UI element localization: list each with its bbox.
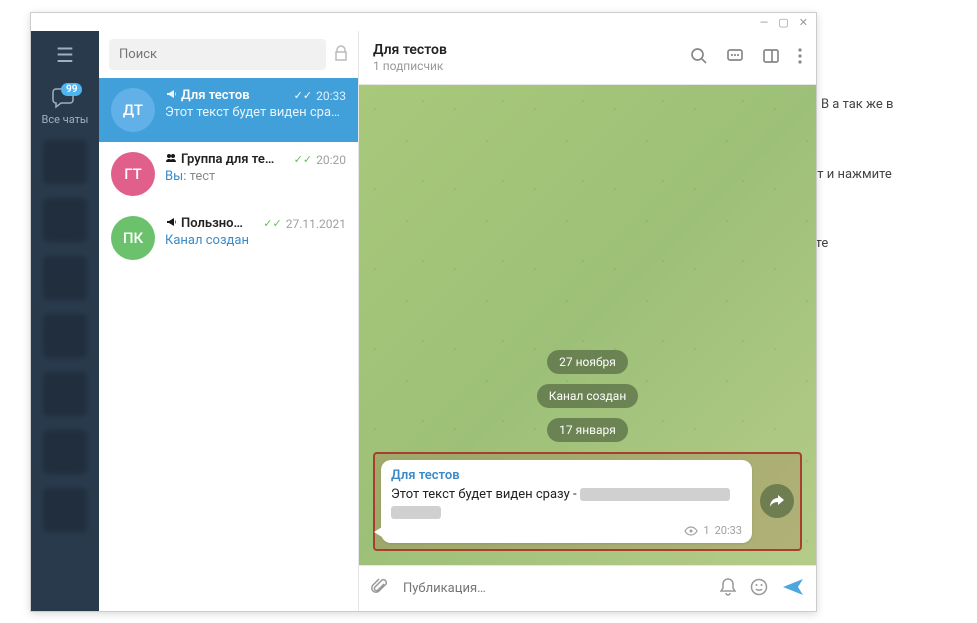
folder-item-blurred[interactable]	[43, 140, 87, 184]
unread-badge: 99	[61, 83, 82, 96]
megaphone-icon	[165, 88, 177, 103]
attach-icon[interactable]	[371, 578, 389, 600]
service-pill: Канал создан	[537, 384, 639, 408]
folder-item-blurred[interactable]	[43, 372, 87, 416]
folder-item-blurred[interactable]	[43, 430, 87, 474]
message-time: 20:33	[715, 524, 742, 537]
chat-header: Для тестов 1 подписчик	[359, 31, 816, 85]
chat-name: Для тестов	[181, 88, 290, 103]
lock-icon[interactable]	[334, 45, 348, 65]
all-chats-label: Все чаты	[42, 113, 89, 126]
avatar: ПК	[111, 216, 155, 260]
chat-preview: Вы: тест	[165, 169, 346, 184]
message-views: 1	[703, 524, 709, 537]
folder-item-blurred[interactable]	[43, 256, 87, 300]
minimize-button[interactable]: —	[760, 16, 769, 29]
close-button[interactable]: ✕	[799, 16, 808, 29]
message-composer	[359, 565, 816, 611]
forward-button[interactable]	[760, 484, 794, 518]
chat-time: 20:33	[316, 89, 346, 103]
notification-icon[interactable]	[720, 578, 736, 600]
avatar: ГТ	[111, 152, 155, 196]
chat-preview: Этот текст будет виден сраз…	[165, 105, 346, 120]
read-check-icon: ✓✓	[263, 217, 281, 230]
folder-item-blurred[interactable]	[43, 314, 87, 358]
message-text: Этот текст будет виден сразу -	[391, 486, 742, 522]
date-pill: 17 января	[547, 418, 628, 442]
message-sender[interactable]: Для тестов	[391, 468, 742, 483]
send-button[interactable]	[782, 578, 804, 600]
chat-preview: Канал создан	[165, 233, 346, 248]
folder-item-blurred[interactable]	[43, 198, 87, 242]
sidepanel-icon[interactable]	[762, 47, 780, 69]
comments-icon[interactable]	[726, 47, 744, 69]
all-chats-folder[interactable]: 99 Все чаты	[42, 87, 89, 126]
views-icon	[684, 526, 698, 536]
search-icon[interactable]	[690, 47, 708, 69]
window-titlebar: — ▢ ✕	[31, 13, 816, 31]
maximize-button[interactable]: ▢	[778, 16, 788, 29]
highlighted-message-box: Для тестов Этот текст будет виден сразу …	[373, 452, 802, 551]
chat-list-item[interactable]: ГТ Группа для те… ✓✓ 20:20 Вы: тест	[99, 142, 358, 206]
chat-subtitle: 1 подписчик	[373, 59, 690, 73]
emoji-icon[interactable]	[750, 578, 768, 600]
chat-time: 20:20	[316, 153, 346, 167]
group-icon	[165, 152, 177, 167]
megaphone-icon	[165, 216, 177, 231]
chat-title[interactable]: Для тестов	[373, 42, 690, 58]
date-pill: 27 ноября	[547, 350, 628, 374]
message-bubble[interactable]: Для тестов Этот текст будет виден сразу …	[381, 460, 752, 543]
telegram-window: — ▢ ✕ ☰ 99 Все чаты	[30, 12, 817, 612]
redacted-text	[580, 488, 730, 501]
chat-list-item[interactable]: ПК Пользно… ✓✓ 27.11.2021 Канал создан	[99, 206, 358, 270]
search-input[interactable]	[109, 39, 326, 70]
more-icon[interactable]	[798, 47, 802, 69]
folder-item-blurred[interactable]	[43, 488, 87, 532]
redacted-text	[391, 506, 441, 519]
conversation-panel: Для тестов 1 подписчик 27 ноября Канал с…	[359, 31, 816, 611]
avatar: ДТ	[111, 88, 155, 132]
chat-name: Пользно…	[181, 216, 259, 231]
chat-time: 27.11.2021	[286, 217, 346, 231]
read-check-icon: ✓✓	[294, 153, 312, 166]
chat-list-panel: ДТ Для тестов ✓✓ 20:33 Этот текст будет виде…	[99, 31, 359, 611]
folder-sidebar: ☰ 99 Все чаты	[31, 31, 99, 611]
chat-list-item[interactable]: ДТ Для тестов ✓✓ 20:33 Этот текст будет виде…	[99, 78, 358, 142]
composer-input[interactable]	[403, 581, 706, 596]
read-check-icon: ✓✓	[294, 89, 312, 102]
message-area[interactable]: 27 ноября Канал создан 17 января Для тес…	[359, 85, 816, 565]
menu-icon[interactable]: ☰	[56, 43, 74, 67]
chat-name: Группа для те…	[181, 152, 290, 167]
